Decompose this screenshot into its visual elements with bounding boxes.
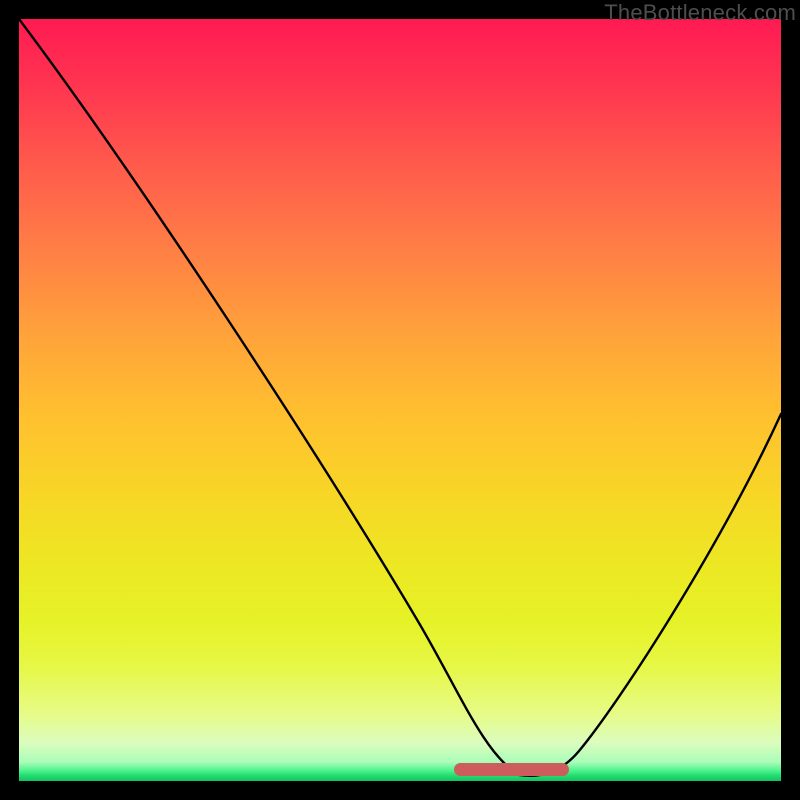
optimal-range-marker bbox=[454, 763, 569, 776]
chart-frame bbox=[19, 19, 781, 781]
chart-curve bbox=[19, 19, 781, 781]
watermark-text: TheBottleneck.com bbox=[604, 0, 796, 26]
chart-curve-path bbox=[19, 19, 781, 776]
